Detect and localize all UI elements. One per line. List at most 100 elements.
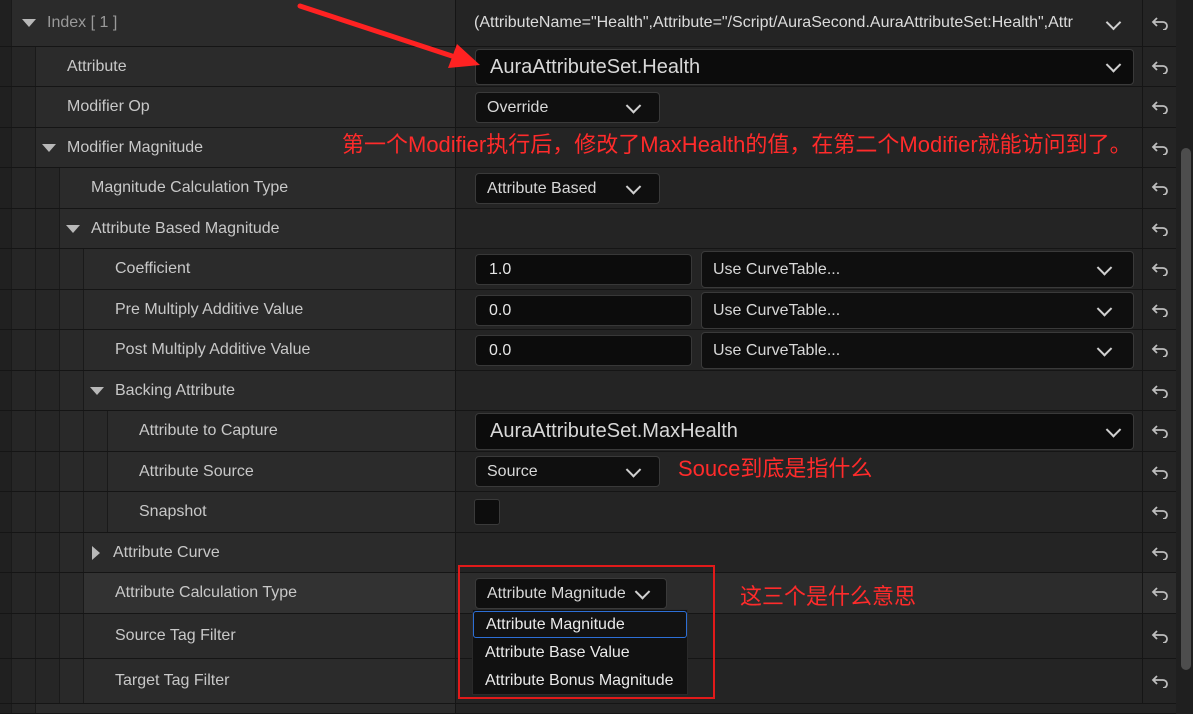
- indent-guide: [12, 87, 36, 127]
- attribute-to-capture-value: AuraAttributeSet.MaxHealth: [490, 420, 738, 442]
- collapse-arrow-icon[interactable]: [66, 224, 80, 233]
- reset-to-default-icon[interactable]: [1142, 168, 1176, 208]
- chevron-down-icon: [1096, 300, 1113, 317]
- magnitude-calc-type-value: Attribute Based: [487, 179, 597, 197]
- post-multiply-curve-value: Use CurveTable...: [713, 341, 841, 359]
- indent-guide: [0, 411, 12, 451]
- attribute-curve-label-group: Attribute Curve: [88, 533, 220, 572]
- index-row[interactable]: Index [ 1 ] (AttributeName="Health",Attr…: [0, 0, 1176, 47]
- indent-guide: [36, 168, 60, 208]
- chevron-down-icon: [625, 461, 642, 478]
- reset-to-default-icon[interactable]: [1142, 87, 1176, 127]
- indent-guide: [0, 659, 12, 703]
- modifier-op-row: Modifier Op Override: [0, 87, 1176, 128]
- attribute-based-magnitude-row[interactable]: Attribute Based Magnitude: [0, 209, 1176, 249]
- scrollbar-thumb[interactable]: [1181, 148, 1191, 670]
- indent-guide: [0, 573, 12, 613]
- indent-guide: [36, 209, 60, 248]
- attribute-combo[interactable]: AuraAttributeSet.Health: [475, 49, 1134, 85]
- reset-to-default-icon[interactable]: [1142, 0, 1176, 46]
- name-column: Post Multiply Additive Value: [0, 330, 456, 370]
- reset-to-default-icon[interactable]: [1142, 47, 1176, 86]
- indent-guide: [12, 659, 36, 703]
- indent-guide: [0, 614, 12, 658]
- indent-guide: [36, 371, 60, 410]
- name-column: Source Tag Filter: [0, 614, 456, 658]
- indent-guide: [0, 452, 12, 491]
- indent-guide: [60, 290, 84, 329]
- index-summary: (AttributeName="Health",Attribute="/Scri…: [474, 14, 1074, 31]
- chevron-down-icon: [1096, 340, 1113, 357]
- reset-to-default-icon[interactable]: [1142, 249, 1176, 289]
- modifier-op-combo[interactable]: Override: [475, 92, 660, 123]
- indent-guide: [0, 330, 12, 370]
- attribute-to-capture-combo[interactable]: AuraAttributeSet.MaxHealth: [475, 413, 1134, 450]
- post-multiply-input[interactable]: 0.0: [475, 335, 692, 366]
- indent-guide: [36, 330, 60, 370]
- name-column: Snapshot: [0, 492, 456, 532]
- reset-to-default-icon[interactable]: [1142, 411, 1176, 451]
- reset-to-default-icon[interactable]: [1142, 128, 1176, 167]
- annotation-box: [458, 565, 715, 699]
- reset-to-default-icon[interactable]: [1142, 533, 1176, 572]
- attribute-to-capture-label: Attribute to Capture: [139, 422, 278, 439]
- indent-guide: [36, 290, 60, 329]
- pre-multiply-curve-combo[interactable]: Use CurveTable...: [701, 292, 1134, 329]
- collapse-arrow-icon[interactable]: [90, 386, 104, 395]
- reset-to-default-icon[interactable]: [1142, 330, 1176, 370]
- attribute-row: Attribute AuraAttributeSet.Health: [0, 47, 1176, 87]
- name-column: Index [ 1 ]: [0, 0, 456, 46]
- collapse-arrow-icon[interactable]: [22, 19, 36, 27]
- indent-guide: [60, 573, 84, 613]
- reset-to-default-icon[interactable]: [1142, 492, 1176, 532]
- annotation-note-1: 第一个Modifier执行后，修改了MaxHealth的值，在第二个Modifi…: [342, 132, 1132, 157]
- expand-arrow-icon[interactable]: [92, 545, 100, 560]
- modifier-magnitude-label-group: Modifier Magnitude: [42, 128, 203, 167]
- post-multiply-curve-combo[interactable]: Use CurveTable...: [701, 332, 1134, 369]
- name-column: Attribute Curve: [0, 533, 456, 572]
- name-column: Attribute to Capture: [0, 411, 456, 451]
- indent-guide: [36, 659, 60, 703]
- attribute-to-capture-row: Attribute to Capture AuraAttributeSet.Ma…: [0, 411, 1176, 452]
- indent-guide: [0, 492, 12, 532]
- value-column: [456, 704, 1142, 713]
- chevron-down-icon: [1105, 421, 1122, 438]
- attribute-source-combo[interactable]: Source: [475, 456, 660, 487]
- name-column: Pre Multiply Additive Value: [0, 290, 456, 329]
- target-tag-filter-label: Target Tag Filter: [115, 672, 230, 689]
- index-label-group: Index [ 1 ]: [22, 0, 117, 46]
- source-tag-filter-label: Source Tag Filter: [115, 627, 236, 644]
- name-column: Attribute: [0, 47, 456, 86]
- indent-guide: [0, 704, 12, 713]
- indent-guide: [12, 533, 36, 572]
- indent-guide: [84, 452, 108, 491]
- chevron-down-icon: [1096, 259, 1113, 276]
- coefficient-curve-value: Use CurveTable...: [713, 260, 841, 278]
- chevron-down-icon: [625, 178, 642, 195]
- reset-to-default-icon[interactable]: [1142, 290, 1176, 329]
- coefficient-curve-combo[interactable]: Use CurveTable...: [701, 251, 1134, 288]
- pre-multiply-input[interactable]: 0.0: [475, 295, 692, 326]
- indent-guide: [60, 411, 84, 451]
- coefficient-row: Coefficient 1.0 Use CurveTable...: [0, 249, 1176, 290]
- indent-guide: [12, 47, 36, 86]
- indent-guide: [12, 452, 36, 491]
- name-column: Attribute Calculation Type: [0, 573, 456, 613]
- magnitude-calc-type-combo[interactable]: Attribute Based: [475, 173, 660, 204]
- indent-guide: [0, 209, 12, 248]
- backing-attribute-row[interactable]: Backing Attribute: [0, 371, 1176, 411]
- coefficient-input[interactable]: 1.0: [475, 254, 692, 285]
- indent-guide: [60, 533, 84, 572]
- next-row-partial: [0, 704, 1176, 714]
- attribute-value: AuraAttributeSet.Health: [490, 55, 701, 78]
- reset-to-default-icon[interactable]: [1142, 659, 1176, 703]
- reset-to-default-icon[interactable]: [1142, 614, 1176, 658]
- reset-to-default-icon[interactable]: [1142, 573, 1176, 613]
- pre-multiply-label: Pre Multiply Additive Value: [115, 300, 304, 318]
- reset-to-default-icon[interactable]: [1142, 371, 1176, 410]
- reset-to-default-icon[interactable]: [1142, 452, 1176, 491]
- snapshot-checkbox[interactable]: [474, 499, 500, 525]
- collapse-arrow-icon[interactable]: [42, 143, 56, 152]
- reset-to-default-icon[interactable]: [1142, 209, 1176, 248]
- name-column: Attribute Based Magnitude: [0, 209, 456, 248]
